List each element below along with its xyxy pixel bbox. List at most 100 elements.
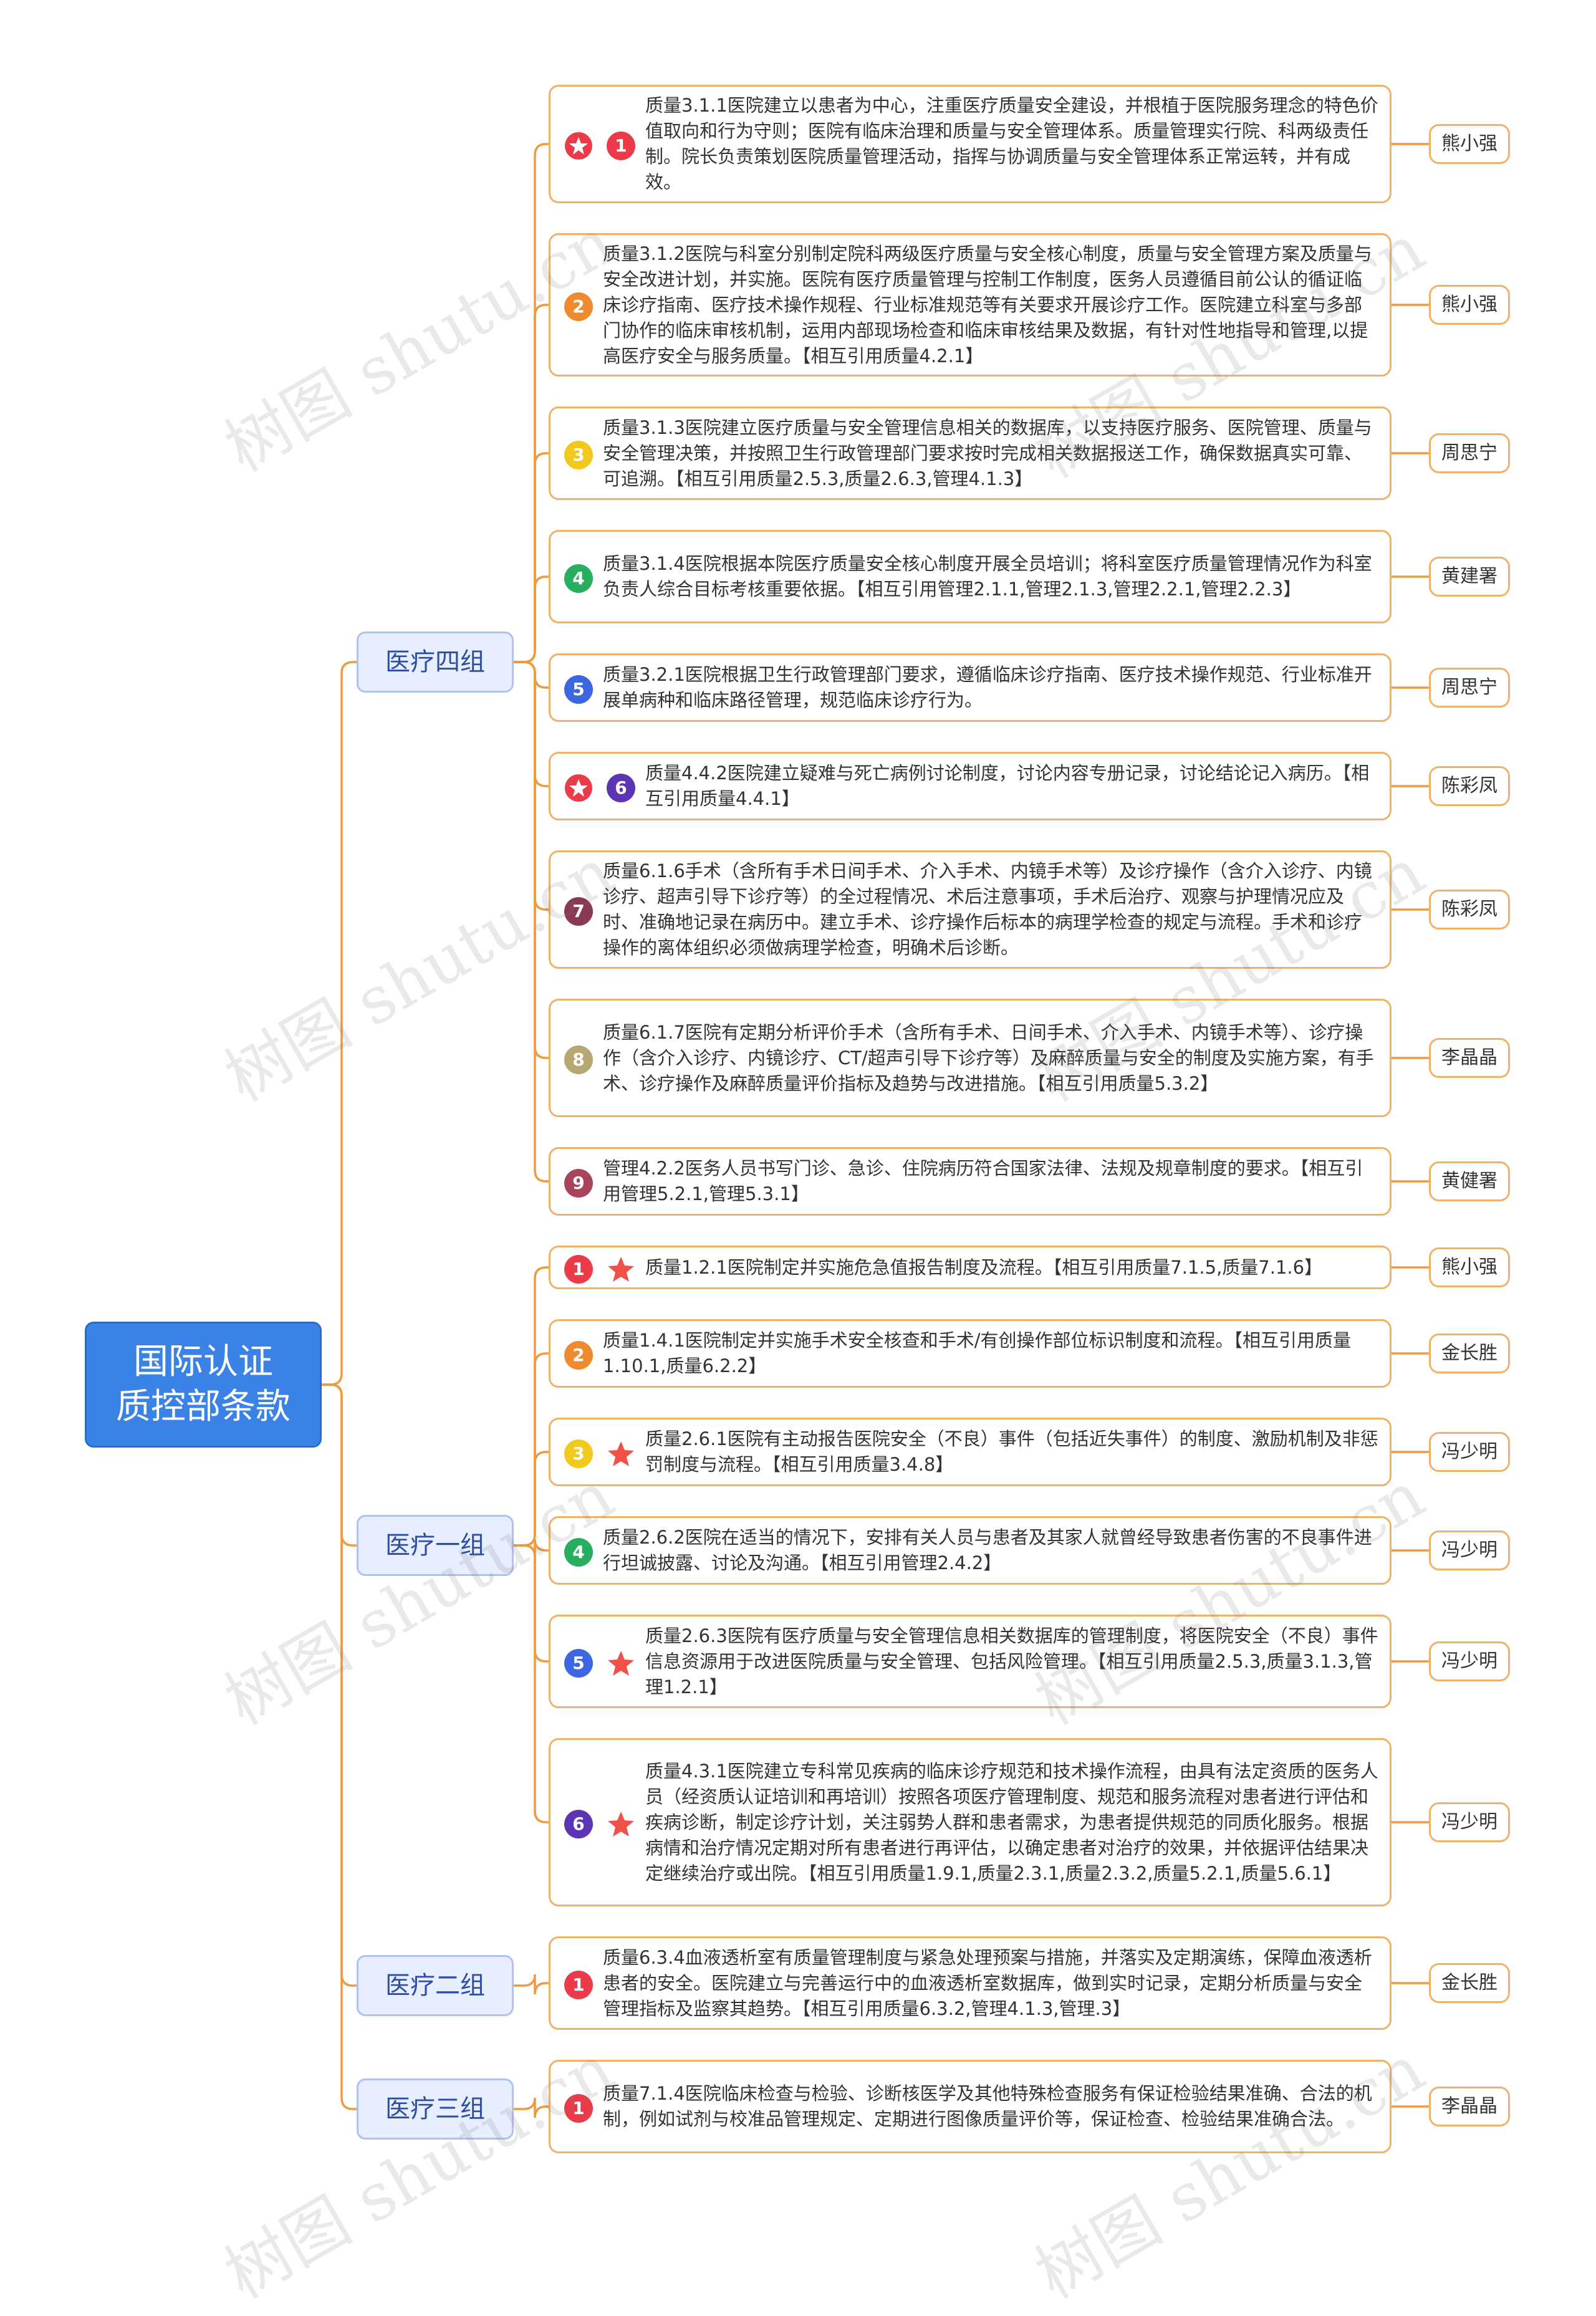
connector <box>514 143 549 663</box>
assignee-tag[interactable]: 李晶晶 <box>1429 2087 1510 2126</box>
number-badge: 9 <box>564 1169 593 1198</box>
clause-card[interactable]: 1 质量3.1.1医院建立以患者为中心，注重医疗质量安全建设，并根植于医院服务理… <box>549 85 1392 203</box>
number-badge: 2 <box>564 1341 593 1370</box>
connector <box>330 1383 357 1987</box>
assignee-tag[interactable]: 金长胜 <box>1429 1333 1510 1373</box>
clause-text: 质量3.1.2医院与科室分别制定院科两级医疗质量与安全核心制度，质量与安全管理方… <box>603 243 1372 367</box>
connector <box>330 661 357 1386</box>
clause-card[interactable]: 4 质量2.6.2医院在适当的情况下，安排有关人员与患者及其家人就曾经导致患者伤… <box>549 1516 1392 1585</box>
group-node-medical-4[interactable]: 医疗四组 <box>357 632 514 693</box>
assignee-tag[interactable]: 冯少明 <box>1429 1641 1510 1681</box>
star-badge-icon <box>565 132 592 160</box>
assignee-tag[interactable]: 冯少明 <box>1429 1802 1510 1842</box>
assignee-tag[interactable]: 冯少明 <box>1429 1432 1510 1472</box>
clause-text: 质量7.1.4医院临床检查与检验、诊断核医学及其他特殊检查服务有保证检验结果准确… <box>603 2083 1372 2130</box>
clause-text: 质量6.3.4血液透析室有质量管理制度与紧急处理预案与措施，并落实及定期演练，保… <box>603 1946 1372 2019</box>
mindmap-canvas: 国际认证 质控部条款 医疗四组 医疗一组 医疗二组 医疗三组 1 质量3.1.1… <box>0 0 1596 2313</box>
number-badge: 3 <box>564 441 593 469</box>
connector <box>514 575 549 663</box>
clause-card[interactable]: 7 质量6.1.6手术（含所有手术日间手术、介入手术、内镜手术等）及诊疗操作（含… <box>549 850 1392 969</box>
clause-card[interactable]: 5 质量2.6.3医院有医疗质量与安全管理信息相关数据库的管理制度，将医院安全（… <box>549 1615 1392 1708</box>
clause-text: 质量4.4.2医院建立疑难与死亡病例讨论制度，讨论内容专册记录，讨论结论记入病历… <box>645 762 1370 809</box>
star-icon <box>608 1441 634 1466</box>
star-badge-icon <box>565 774 592 802</box>
clause-text: 质量4.3.1医院建立专科常见疾病的临床诊疗规范和技术操作流程，由具有法定资质的… <box>645 1760 1378 1884</box>
clause-card[interactable]: 6 质量4.3.1医院建立专科常见疾病的临床诊疗规范和技术操作流程，由具有法定资… <box>549 1738 1392 1906</box>
clause-card[interactable]: 1 质量1.2.1医院制定并实施危急值报告制度及流程。【相互引用质量7.1.5,… <box>549 1246 1392 1289</box>
star-icon <box>608 1651 634 1676</box>
number-badge: 1 <box>564 2094 593 2123</box>
number-badge: 6 <box>564 1810 593 1838</box>
connector <box>330 1383 357 1547</box>
assignee-tag[interactable]: 陈彩凤 <box>1429 890 1510 930</box>
assignee-tag[interactable]: 金长胜 <box>1429 1963 1510 2003</box>
number-badge: 5 <box>564 1649 593 1678</box>
connector <box>514 661 549 787</box>
assignee-tag[interactable]: 周思宁 <box>1429 668 1510 708</box>
assignee-tag[interactable]: 黄健署 <box>1429 1161 1510 1201</box>
assignee-tag[interactable]: 冯少明 <box>1429 1530 1510 1570</box>
clause-card[interactable]: 1 质量6.3.4血液透析室有质量管理制度与紧急处理预案与措施，并落实及定期演练… <box>549 1936 1392 2030</box>
number-badge: 6 <box>607 774 635 802</box>
clause-card[interactable]: 2 质量1.4.1医院制定并实施手术安全核查和手术/有创操作部位标识制度和流程。… <box>549 1319 1392 1388</box>
clause-text: 质量2.6.3医院有医疗质量与安全管理信息相关数据库的管理制度，将医院安全（不良… <box>645 1625 1378 1698</box>
clause-text: 质量1.4.1医院制定并实施手术安全核查和手术/有创操作部位标识制度和流程。【相… <box>603 1330 1352 1377</box>
number-badge: 3 <box>564 1439 593 1468</box>
star-icon <box>608 1812 634 1837</box>
number-badge: 5 <box>564 675 593 704</box>
clause-text: 质量2.6.2医院在适当的情况下，安排有关人员与患者及其家人就曾经导致患者伤害的… <box>603 1527 1372 1574</box>
connector <box>330 1383 357 2110</box>
star-icon <box>608 1257 634 1282</box>
connector <box>514 661 549 689</box>
root-title-line-1: 国际认证 <box>133 1342 273 1382</box>
assignee-tag[interactable]: 熊小强 <box>1429 285 1510 325</box>
number-badge: 1 <box>607 132 635 160</box>
clause-text: 质量3.1.4医院根据本院医疗质量安全核心制度开展全员培训；将科室医疗质量管理情… <box>603 553 1372 600</box>
clause-text: 质量3.1.1医院建立以患者为中心，注重医疗质量安全建设，并根植于医院服务理念的… <box>645 95 1378 193</box>
connector <box>514 1544 549 1823</box>
assignee-tag[interactable]: 熊小强 <box>1429 124 1510 164</box>
connector <box>514 1544 549 1663</box>
clause-text: 质量1.2.1医院制定并实施危急值报告制度及流程。【相互引用质量7.1.5,质量… <box>645 1256 1323 1278</box>
assignee-tag[interactable]: 李晶晶 <box>1429 1038 1510 1078</box>
clause-card[interactable]: 4 质量3.1.4医院根据本院医疗质量安全核心制度开展全员培训；将科室医疗质量管… <box>549 530 1392 623</box>
clause-card[interactable]: 3 质量3.1.3医院建立医疗质量与安全管理信息相关的数据库，以支持医疗服务、医… <box>549 406 1392 500</box>
number-badge: 4 <box>564 564 593 593</box>
connector <box>514 304 549 663</box>
clause-card[interactable]: 5 质量3.2.1医院根据卫生行政管理部门要求，遵循临床诊疗指南、医疗技术操作规… <box>549 653 1392 722</box>
assignee-tag[interactable]: 周思宁 <box>1429 433 1510 473</box>
connector <box>514 661 549 1183</box>
connector <box>514 1451 549 1547</box>
clause-card[interactable]: 9 管理4.2.2医务人员书写门诊、急诊、住院病历符合国家法律、法规及规章制度的… <box>549 1147 1392 1216</box>
clause-card[interactable]: 1 质量7.1.4医院临床检查与检验、诊断核医学及其他特殊检查服务有保证检验结果… <box>549 2060 1392 2153</box>
group-node-medical-2[interactable]: 医疗二组 <box>357 1955 514 2016</box>
group-node-medical-3[interactable]: 医疗三组 <box>357 2078 514 2140</box>
number-badge: 7 <box>564 897 593 926</box>
number-badge: 2 <box>564 292 593 321</box>
clause-card[interactable]: 8 质量6.1.7医院有定期分析评价手术（含所有手术、日间手术、介入手术、内镜手… <box>549 999 1392 1117</box>
connector <box>514 1974 549 1995</box>
connector <box>514 1266 549 1547</box>
connector <box>514 1352 549 1547</box>
assignee-tag[interactable]: 熊小强 <box>1429 1247 1510 1287</box>
clause-card[interactable]: 3 质量2.6.1医院有主动报告医院安全（不良）事件（包括近失事件）的制度、激励… <box>549 1418 1392 1486</box>
clause-text: 质量3.2.1医院根据卫生行政管理部门要求，遵循临床诊疗指南、医疗技术操作规范、… <box>603 664 1372 711</box>
root-node[interactable]: 国际认证 质控部条款 <box>85 1322 322 1448</box>
clause-text: 质量2.6.1医院有主动报告医院安全（不良）事件（包括近失事件）的制度、激励机制… <box>645 1428 1378 1475</box>
clause-text: 质量6.1.7医院有定期分析评价手术（含所有手术、日间手术、介入手术、内镜手术等… <box>603 1021 1374 1094</box>
clause-card[interactable]: 6 质量4.4.2医院建立疑难与死亡病例讨论制度，讨论内容专册记录，讨论结论记入… <box>549 752 1392 820</box>
number-badge: 4 <box>564 1538 593 1567</box>
number-badge: 1 <box>564 1971 593 1999</box>
number-badge: 8 <box>564 1045 593 1074</box>
assignee-tag[interactable]: 陈彩凤 <box>1429 766 1510 806</box>
clause-card[interactable]: 2 质量3.1.2医院与科室分别制定院科两级医疗质量与安全核心制度，质量与安全管… <box>549 233 1392 377</box>
clause-text: 管理4.2.2医务人员书写门诊、急诊、住院病历符合国家法律、法规及规章制度的要求… <box>603 1158 1363 1204</box>
clause-text: 质量6.1.6手术（含所有手术日间手术、介入手术、内镜手术等）及诊疗操作（含介入… <box>603 860 1372 958</box>
clause-text: 质量3.1.3医院建立医疗质量与安全管理信息相关的数据库，以支持医疗服务、医院管… <box>603 416 1372 489</box>
assignee-tag[interactable]: 黄建署 <box>1429 557 1510 597</box>
number-badge: 1 <box>564 1255 593 1284</box>
connector <box>514 2097 549 2118</box>
connector <box>514 452 549 663</box>
group-node-medical-1[interactable]: 医疗一组 <box>357 1515 514 1576</box>
root-title-line-2: 质控部条款 <box>116 1386 291 1427</box>
